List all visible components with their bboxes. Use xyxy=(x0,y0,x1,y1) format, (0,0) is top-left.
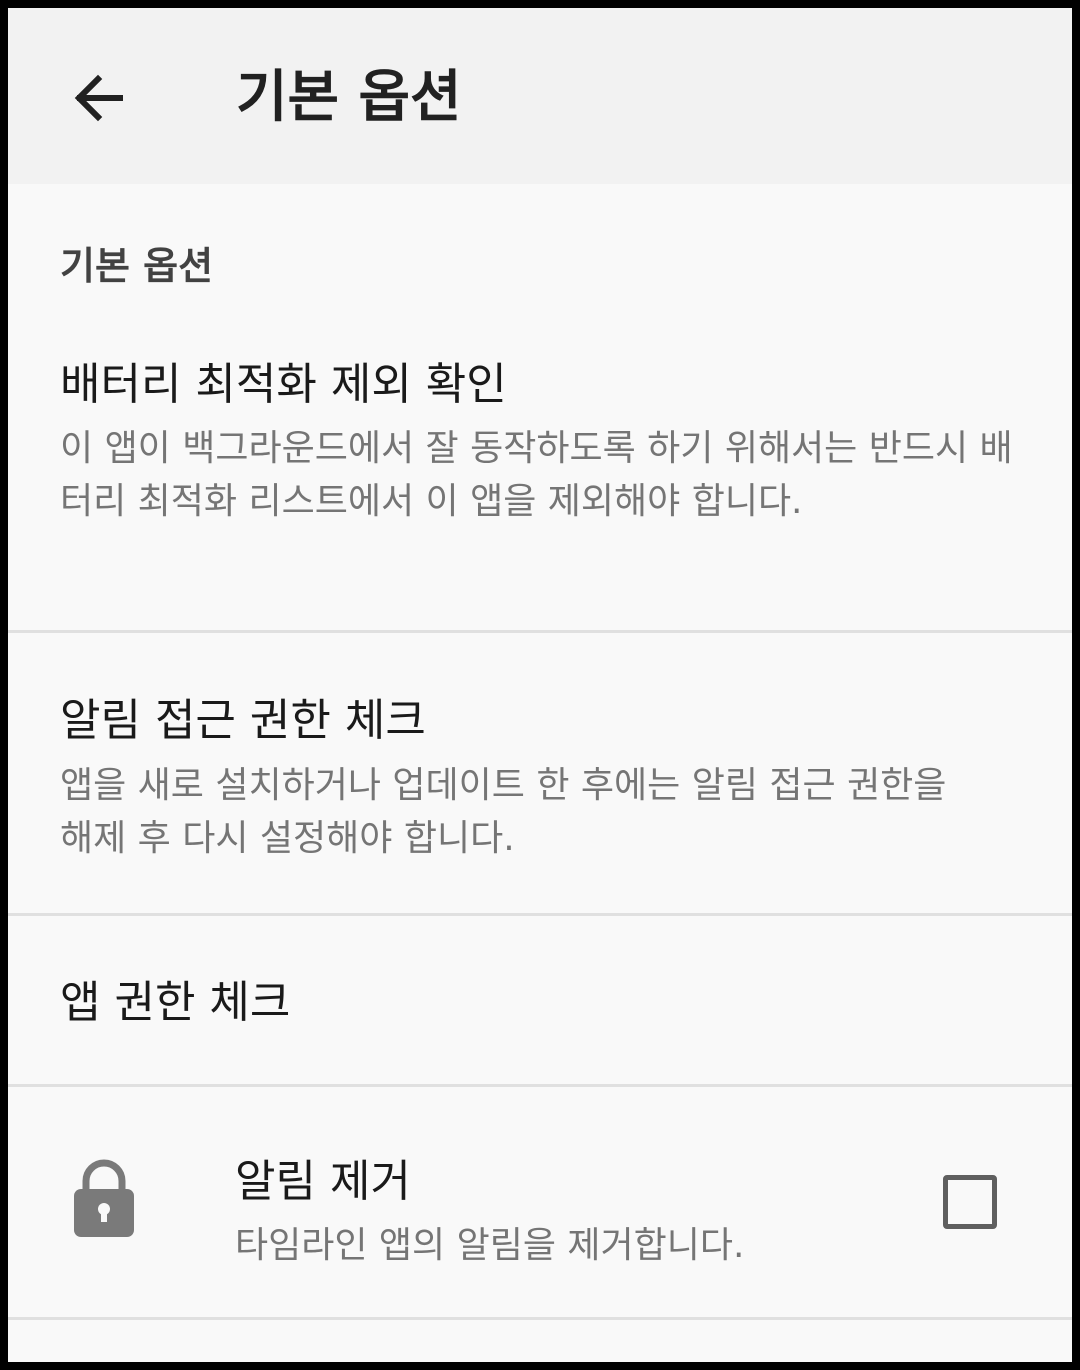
page-title: 기본 옵션 xyxy=(236,65,462,130)
pref-title: 알림 접근 권한 체크 xyxy=(60,695,426,746)
pref-notification-access[interactable]: 알림 접근 권한 체크 앱을 새로 설치하거나 업데이트 한 후에는 알림 접근… xyxy=(8,633,1072,913)
lock-icon xyxy=(74,1159,134,1237)
pref-title: 앱 권한 체크 xyxy=(60,977,291,1028)
pref-summary: 타임라인 앱의 알림을 제거합니다. xyxy=(235,1225,745,1266)
divider xyxy=(8,1317,1072,1320)
arrow-left-icon xyxy=(74,74,123,122)
pref-title: 알림 제거 xyxy=(235,1156,411,1207)
remove-notification-checkbox[interactable] xyxy=(943,1175,997,1229)
pref-app-permission[interactable]: 앱 권한 체크 xyxy=(8,916,1072,1084)
back-button[interactable] xyxy=(60,60,136,136)
pref-summary: 이 앱이 백그라운드에서 잘 동작하도록 하기 위해서는 반드시 배터리 최적화… xyxy=(60,428,1013,522)
section-header: 기본 옵션 xyxy=(60,244,214,288)
app-bar: 기본 옵션 xyxy=(8,8,1072,184)
pref-title: 배터리 최적화 제외 확인 xyxy=(60,359,507,410)
pref-remove-notification[interactable]: 알림 제거 타임라인 앱의 알림을 제거합니다. xyxy=(8,1087,1072,1317)
pref-battery-optimization[interactable]: 배터리 최적화 제외 확인 이 앱이 백그라운드에서 잘 동작하도록 하기 위해… xyxy=(8,338,1072,630)
pref-summary: 앱을 새로 설치하거나 업데이트 한 후에는 알림 접근 권한을 해제 후 다시… xyxy=(60,765,947,859)
settings-screen: 기본 옵션 기본 옵션 배터리 최적화 제외 확인 이 앱이 백그라운드에서 잘… xyxy=(8,8,1072,1362)
